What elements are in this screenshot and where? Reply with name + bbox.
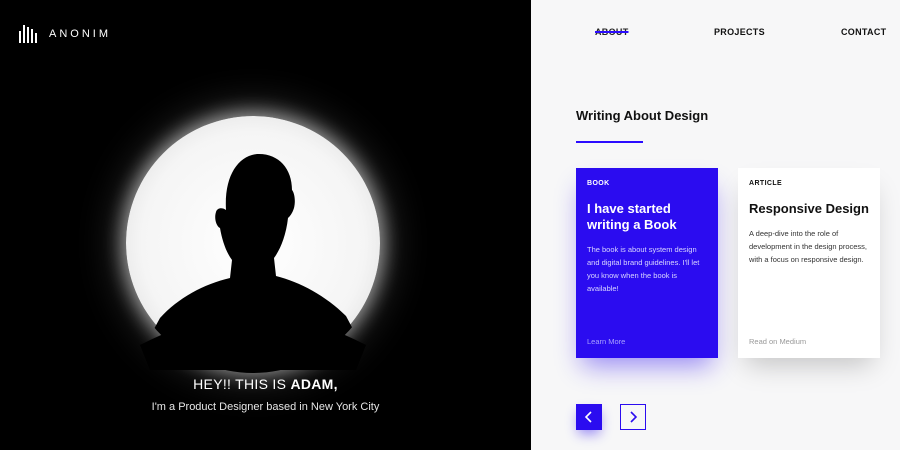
hero-subtitle: I'm a Product Designer based in New York… <box>151 401 380 413</box>
card-tag: BOOK <box>587 180 610 187</box>
read-on-medium-link[interactable]: Read on Medium <box>749 337 806 346</box>
chevron-right-icon <box>630 411 638 423</box>
card-body: The book is about system design and digi… <box>587 245 700 293</box>
card-body: A deep-dive into the role of development… <box>749 229 867 264</box>
carousel-prev-button[interactable] <box>576 404 602 430</box>
content-panel: ABOUT PROJECTS CONTACT Writing About Des… <box>531 0 900 450</box>
card-tag: ARTICLE <box>749 180 783 187</box>
hero-panel: ANONIM HEY!! THIS IS ADAM, I'm a Product… <box>0 0 531 450</box>
section-title: Writing About Design <box>576 108 709 123</box>
nav-about[interactable]: ABOUT <box>595 27 629 37</box>
card-book[interactable]: BOOK I have started writing a Book The b… <box>576 168 718 358</box>
nav-contact[interactable]: CONTACT <box>841 27 886 37</box>
hero-greeting: HEY!! THIS IS <box>193 376 287 392</box>
hero-name: ADAM, <box>290 376 338 392</box>
card-article[interactable]: ARTICLE Responsive Design A deep-dive in… <box>738 168 880 358</box>
chevron-left-icon <box>584 411 592 423</box>
card-title: Responsive Design <box>749 201 869 216</box>
section-underline <box>576 141 643 143</box>
hero-heading: HEY!! THIS IS ADAM, <box>0 376 531 392</box>
learn-more-link[interactable]: Learn More <box>587 337 625 346</box>
nav-projects[interactable]: PROJECTS <box>714 27 765 37</box>
carousel-next-button[interactable] <box>620 404 646 430</box>
card-title: I have started writing a Book <box>587 201 677 232</box>
